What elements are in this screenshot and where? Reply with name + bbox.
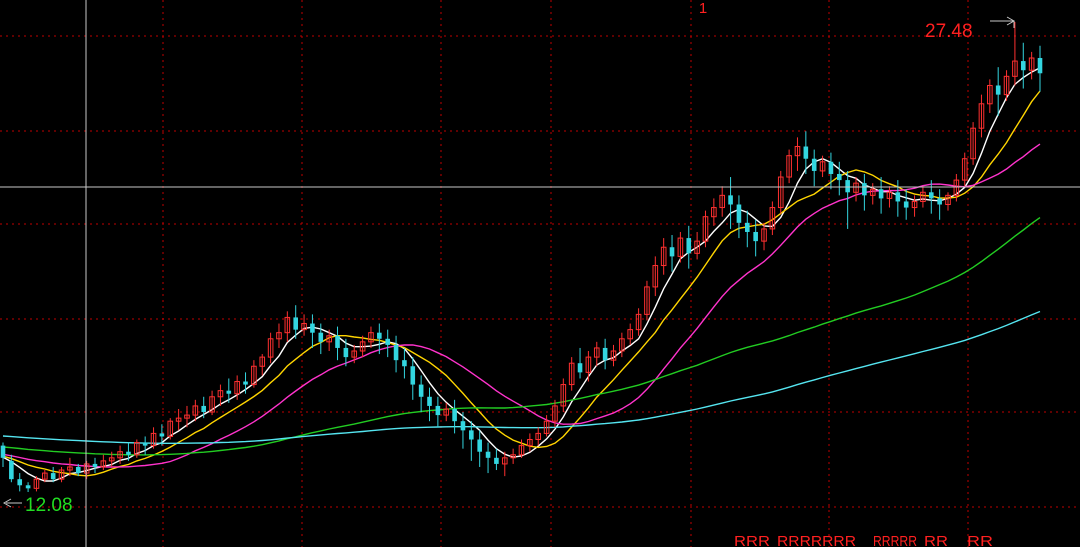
candle-body [25, 485, 31, 489]
candle-body [126, 451, 131, 455]
top-marker: 1 [699, 0, 707, 17]
signal-label: RR [967, 533, 993, 547]
candle-body [928, 192, 934, 199]
candle-body [494, 457, 499, 464]
candle-body [828, 161, 834, 174]
candle-body [577, 363, 583, 373]
candle-body [402, 360, 407, 367]
candle-body [427, 396, 432, 406]
candle-body [803, 146, 809, 159]
candle-body [937, 198, 942, 205]
min-price-label: 12.08 [25, 495, 73, 516]
candle-body [460, 421, 466, 431]
candle-body [159, 433, 165, 437]
candle-body [243, 381, 248, 385]
candle-body [0, 445, 6, 458]
candle-body [602, 347, 608, 361]
max-price-label: 27.48 [925, 21, 973, 42]
candle-body [418, 384, 424, 397]
candle-body [9, 460, 14, 480]
candle-body [845, 180, 850, 193]
candle-body [1037, 58, 1043, 74]
candle-body [318, 332, 324, 342]
candle-body [469, 430, 474, 440]
candle-body [903, 201, 909, 208]
candle-body [686, 238, 692, 254]
candlestick-chart: 1 27.48 12.08 RRR RRRRRRR RRRRR RR RR [0, 0, 1080, 547]
candle-body [226, 390, 232, 394]
candle-body [17, 479, 23, 486]
candle-body [293, 317, 299, 330]
candle-body [485, 451, 491, 458]
candle-body [201, 405, 207, 413]
candle-body [811, 158, 817, 171]
candle-body [477, 439, 482, 452]
signal-label: RRR [734, 533, 770, 547]
candle-body [75, 466, 81, 474]
candle-body [744, 222, 750, 232]
candle-body [669, 247, 675, 257]
candle-body [862, 183, 867, 196]
candle-body [1020, 61, 1026, 71]
candle-body [377, 332, 382, 339]
candle-body [736, 204, 742, 223]
candle-body [343, 347, 349, 358]
candle-body [92, 463, 98, 467]
candle-body [878, 189, 884, 199]
candle-body [435, 405, 441, 416]
candle-body [728, 195, 733, 205]
candle-body [995, 85, 1001, 95]
candle-body [452, 408, 457, 422]
signal-label: RRRRRRR [777, 533, 856, 547]
signal-label: RR [924, 533, 948, 547]
candle-body [310, 323, 315, 333]
candle-body [385, 338, 390, 345]
candle-body [142, 442, 148, 446]
candle-body [393, 344, 399, 361]
candle-body [895, 192, 901, 202]
chart-background [0, 0, 1080, 547]
candle-body [410, 366, 416, 385]
candle-body [836, 173, 842, 181]
signal-label: RRRRR [873, 533, 917, 547]
candle-body [50, 473, 56, 480]
candle-body [335, 335, 340, 348]
candle-body [753, 231, 758, 242]
